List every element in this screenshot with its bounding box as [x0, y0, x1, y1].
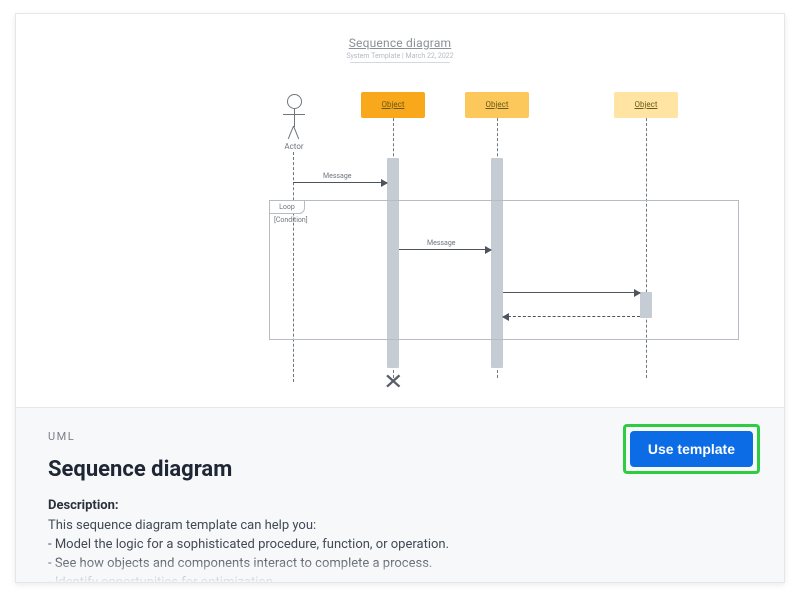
diagram-subtitle: System Template | March 22, 2022	[346, 52, 453, 60]
diagram-preview: Sequence diagram System Template | March…	[16, 14, 784, 407]
description-label: Description:	[48, 498, 752, 513]
termination-icon: ✕	[383, 370, 403, 395]
diagram-title-rule	[350, 62, 450, 63]
description-intro: This sequence diagram template can help …	[48, 517, 752, 536]
object-box-1: Object	[361, 92, 425, 118]
message-arrow-1: Message	[293, 182, 387, 183]
fragment-type-label: Loop	[269, 200, 305, 214]
object-box-2: Object	[465, 92, 529, 118]
description-panel: Use template UML Sequence diagram Descri…	[16, 407, 784, 583]
actor-label: Actor	[276, 142, 312, 151]
use-template-button[interactable]: Use template	[630, 431, 753, 467]
template-card: Sequence diagram System Template | March…	[15, 13, 785, 583]
description-bullet: Model the logic for a sophisticated proc…	[48, 536, 752, 555]
description-bullet: Identify opportunities for optimization.	[48, 574, 752, 583]
message-label-1: Message	[323, 172, 352, 180]
description-bullet: See how objects and components interact …	[48, 555, 752, 574]
diagram-title: Sequence diagram	[349, 36, 452, 50]
loop-fragment: Loop [Condition]	[269, 200, 739, 340]
description-bullets: Model the logic for a sophisticated proc…	[48, 536, 752, 583]
object-box-3: Object	[614, 92, 678, 118]
use-template-highlight: Use template	[623, 424, 760, 474]
fragment-guard: [Condition]	[274, 216, 308, 224]
